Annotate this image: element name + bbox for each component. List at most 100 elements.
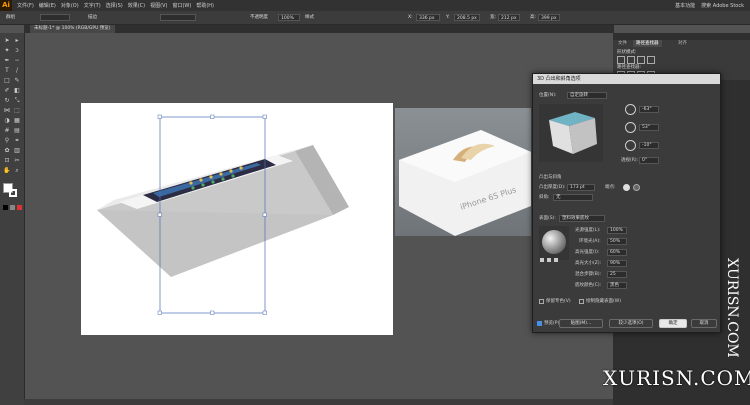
scale-icon[interactable]: ⤡ bbox=[13, 97, 21, 105]
line-tool-icon[interactable]: / bbox=[13, 67, 21, 75]
free-transform-icon[interactable]: ⬚ bbox=[13, 107, 21, 115]
tab-file[interactable]: 文件 bbox=[615, 40, 630, 47]
fill-swatch[interactable] bbox=[40, 14, 70, 21]
direct-selection-tool-icon[interactable]: ▸ bbox=[13, 37, 21, 45]
preserve-spot-checkbox[interactable] bbox=[539, 299, 544, 304]
cap-on-icon[interactable] bbox=[623, 184, 630, 191]
rotate-y-dial-icon[interactable] bbox=[625, 122, 636, 133]
blend-icon[interactable]: ⚭ bbox=[13, 137, 21, 145]
menu-effect[interactable]: 效果(C) bbox=[128, 2, 145, 9]
stock-search[interactable]: 搜索 Adobe Stock bbox=[701, 2, 744, 9]
width-tool-icon[interactable]: ⋈ bbox=[3, 107, 11, 115]
artboard-icon[interactable]: ⊡ bbox=[3, 157, 11, 165]
hand-icon[interactable]: ✋ bbox=[3, 167, 11, 175]
minus-front-icon[interactable] bbox=[627, 56, 635, 64]
magic-wand-icon[interactable]: ✦ bbox=[3, 47, 11, 55]
opacity-input[interactable]: 100% bbox=[278, 14, 300, 21]
document-tab[interactable]: 未标题-1* @ 100% (RGB/GPU 预览) bbox=[30, 25, 115, 33]
gradient-icon[interactable]: ▤ bbox=[13, 127, 21, 135]
extrude-depth-input[interactable]: 173 pt bbox=[567, 184, 595, 191]
delete-light-icon[interactable] bbox=[554, 258, 558, 262]
zoom-icon[interactable]: ⌕ bbox=[13, 167, 21, 175]
highlight-intensity-input[interactable]: 60% bbox=[607, 249, 627, 256]
gradient-mode-icon[interactable] bbox=[10, 205, 15, 210]
menu-object[interactable]: 对象(O) bbox=[61, 2, 79, 9]
color-mode-icon[interactable] bbox=[3, 205, 8, 210]
artboard[interactable] bbox=[81, 103, 393, 335]
eyedropper-icon[interactable]: ⚲ bbox=[3, 137, 11, 145]
bevel-dropdown[interactable]: 无 bbox=[553, 194, 593, 201]
surface-label: 表面(S): bbox=[539, 216, 556, 221]
lasso-icon[interactable]: ↄ bbox=[13, 47, 21, 55]
menu-edit[interactable]: 编辑(E) bbox=[39, 2, 56, 9]
x-input[interactable]: 336 px bbox=[416, 14, 440, 21]
preserve-spot-label: 保留专色(V) bbox=[546, 299, 571, 304]
rotate-z-dial-icon[interactable] bbox=[625, 140, 636, 151]
menu-view[interactable]: 视图(V) bbox=[150, 2, 167, 9]
fewer-options-button[interactable]: 较少选项(O) bbox=[609, 319, 653, 328]
curvature-icon[interactable]: ∽ bbox=[13, 57, 21, 65]
tab-pathfinder[interactable]: 路径查找器 bbox=[633, 40, 662, 47]
symbol-sprayer-icon[interactable]: ✿ bbox=[3, 147, 11, 155]
selection-tool-icon[interactable]: ➤ bbox=[3, 37, 11, 45]
watermark-bottom: XURISN.COM bbox=[603, 366, 750, 390]
bevel-label: 斜角: bbox=[539, 195, 550, 200]
draw-hidden-checkbox[interactable] bbox=[579, 299, 584, 304]
highlight-size-input[interactable]: 90% bbox=[607, 260, 627, 267]
exclude-icon[interactable] bbox=[647, 56, 655, 64]
intersect-icon[interactable] bbox=[637, 56, 645, 64]
slice-icon[interactable]: ✂ bbox=[13, 157, 21, 165]
shape-modes-label: 形状模式: bbox=[617, 50, 637, 55]
shading-color-dropdown[interactable]: 黑色 bbox=[607, 282, 627, 289]
menu-type[interactable]: 文字(T) bbox=[84, 2, 101, 9]
rotate-y-input[interactable]: 53° bbox=[639, 124, 659, 131]
w-input[interactable]: 212 px bbox=[498, 14, 520, 21]
menu-window[interactable]: 窗口(W) bbox=[172, 2, 191, 9]
stroke-color-icon[interactable] bbox=[9, 189, 17, 197]
cap-off-icon[interactable] bbox=[633, 184, 640, 191]
shape-builder-icon[interactable]: ◑ bbox=[3, 117, 11, 125]
light-sphere[interactable] bbox=[542, 230, 566, 254]
brush-dropdown[interactable] bbox=[160, 14, 196, 21]
move-light-back-icon[interactable] bbox=[540, 258, 544, 262]
menu-select[interactable]: 选择(S) bbox=[106, 2, 123, 9]
type-tool-icon[interactable]: T bbox=[3, 67, 11, 75]
preview-label: 预览(P) bbox=[544, 321, 560, 326]
surface-dropdown[interactable]: 塑料效果底纹 bbox=[559, 215, 605, 222]
tab-align[interactable]: 对齐 bbox=[675, 40, 690, 47]
mesh-icon[interactable]: # bbox=[3, 127, 11, 135]
ambient-input[interactable]: 50% bbox=[607, 238, 627, 245]
light-intensity-input[interactable]: 100% bbox=[607, 227, 627, 234]
new-light-icon[interactable] bbox=[547, 258, 551, 262]
preview-checkbox[interactable] bbox=[537, 321, 542, 326]
perspective-input[interactable]: 0° bbox=[639, 157, 659, 164]
stroke-label: 描边 bbox=[88, 15, 97, 20]
unite-icon[interactable] bbox=[617, 56, 625, 64]
menu-file[interactable]: 文件(F) bbox=[17, 2, 34, 9]
workspace-switcher[interactable]: 基本功能 bbox=[675, 2, 695, 9]
menu-help[interactable]: 帮助(H) bbox=[196, 2, 214, 9]
rotate-icon[interactable]: ↻ bbox=[3, 97, 11, 105]
rotation-cube-preview[interactable] bbox=[539, 104, 603, 162]
y-input[interactable]: 208.5 px bbox=[454, 14, 480, 21]
none-mode-icon[interactable] bbox=[17, 205, 22, 210]
eraser-icon[interactable]: ◧ bbox=[13, 87, 21, 95]
reference-photo[interactable]: iPhone 6S Plus bbox=[395, 108, 531, 236]
selection-type: 群组 bbox=[6, 15, 15, 20]
map-button[interactable]: 贴图(M)... bbox=[559, 319, 603, 328]
shaper-icon[interactable]: ✐ bbox=[3, 87, 11, 95]
paintbrush-icon[interactable]: ✎ bbox=[13, 77, 21, 85]
h-input[interactable]: 399 px bbox=[538, 14, 560, 21]
dialog-title: 3D 凸出和斜角选项 bbox=[533, 74, 720, 84]
pen-tool-icon[interactable]: ✒ bbox=[3, 57, 11, 65]
rectangle-tool-icon[interactable]: □ bbox=[3, 77, 11, 85]
blend-steps-input[interactable]: 25 bbox=[607, 271, 627, 278]
position-dropdown[interactable]: 自定旋转 bbox=[567, 92, 607, 99]
3d-box-artwork[interactable] bbox=[81, 103, 393, 335]
rotate-x-input[interactable]: -63° bbox=[639, 106, 659, 113]
rotate-z-input[interactable]: -10° bbox=[639, 142, 659, 149]
ok-button[interactable]: 确定 bbox=[659, 319, 687, 328]
perspective-grid-icon[interactable]: ▦ bbox=[13, 117, 21, 125]
rotate-x-dial-icon[interactable] bbox=[625, 104, 636, 115]
graph-icon[interactable]: ▥ bbox=[13, 147, 21, 155]
